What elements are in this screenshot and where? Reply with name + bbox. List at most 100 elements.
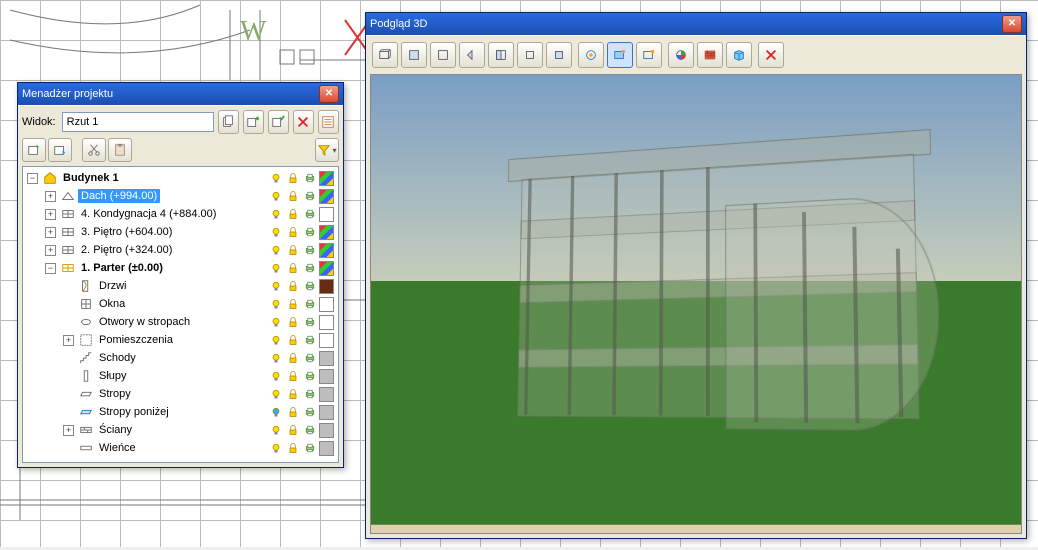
lightbulb-icon[interactable] [268, 369, 283, 384]
print-icon[interactable] [302, 189, 317, 204]
view-input[interactable] [62, 112, 214, 132]
color-swatch[interactable] [319, 387, 334, 402]
lightbulb-icon[interactable] [268, 351, 283, 366]
print-icon[interactable] [302, 405, 317, 420]
view-copy-icon[interactable] [218, 110, 239, 134]
color-swatch[interactable] [319, 189, 334, 204]
box-mode-icon[interactable] [726, 42, 752, 68]
print-icon[interactable] [302, 297, 317, 312]
lock-icon[interactable] [285, 225, 300, 240]
color-swatch[interactable] [319, 207, 334, 222]
view-persp-icon[interactable] [372, 42, 398, 68]
color-swatch[interactable] [319, 279, 334, 294]
lock-icon[interactable] [285, 243, 300, 258]
lock-icon[interactable] [285, 279, 300, 294]
lock-icon[interactable] [285, 441, 300, 456]
delete-icon[interactable] [758, 42, 784, 68]
color-swatch[interactable] [319, 369, 334, 384]
lock-icon[interactable] [285, 405, 300, 420]
lock-icon[interactable] [285, 351, 300, 366]
view-front-icon[interactable] [401, 42, 427, 68]
lock-icon[interactable] [285, 423, 300, 438]
lightbulb-icon[interactable] [268, 279, 283, 294]
tree-node[interactable]: +4. Kondygnacja 4 (+884.00) [23, 205, 338, 223]
color-swatch[interactable] [319, 171, 334, 186]
lightbulb-icon[interactable] [268, 441, 283, 456]
view-back-icon[interactable] [430, 42, 456, 68]
expand-icon[interactable]: + [45, 209, 56, 220]
print-icon[interactable] [302, 387, 317, 402]
view-list-icon[interactable] [318, 110, 339, 134]
shade-mode-2-icon[interactable] [636, 42, 662, 68]
close-icon[interactable]: ✕ [319, 85, 339, 103]
collapse-icon[interactable]: − [27, 173, 38, 184]
color-swatch[interactable] [319, 297, 334, 312]
color-swatch[interactable] [319, 405, 334, 420]
tree-node[interactable]: Stropy poniżej [23, 403, 338, 421]
print-icon[interactable] [302, 423, 317, 438]
lightbulb-icon[interactable] [268, 189, 283, 204]
view-add-icon[interactable] [243, 110, 264, 134]
project-manager-titlebar[interactable]: Menadżer projektu ✕ [18, 83, 343, 105]
view-delete-icon[interactable] [293, 110, 314, 134]
print-icon[interactable] [302, 171, 317, 186]
lock-icon[interactable] [285, 333, 300, 348]
color-mode-icon[interactable] [668, 42, 694, 68]
tree-node[interactable]: +Pomieszczenia [23, 331, 338, 349]
lock-icon[interactable] [285, 189, 300, 204]
expand-icon[interactable]: + [45, 191, 56, 202]
shade-mode-1-icon[interactable] [607, 42, 633, 68]
filter-icon[interactable]: ▾ [315, 138, 339, 162]
color-swatch[interactable] [319, 423, 334, 438]
project-tree[interactable]: −Budynek 1+Dach (+994.00)+4. Kondygnacja… [22, 166, 339, 463]
view-check-icon[interactable] [268, 110, 289, 134]
color-swatch[interactable] [319, 351, 334, 366]
print-icon[interactable] [302, 333, 317, 348]
print-icon[interactable] [302, 207, 317, 222]
cut-icon[interactable] [82, 138, 106, 162]
insert-project-icon[interactable] [22, 138, 46, 162]
print-icon[interactable] [302, 243, 317, 258]
lightbulb-icon[interactable] [268, 207, 283, 222]
tree-node[interactable]: −1. Parter (±0.00) [23, 259, 338, 277]
print-icon[interactable] [302, 351, 317, 366]
lock-icon[interactable] [285, 369, 300, 384]
lightbulb-icon[interactable] [268, 171, 283, 186]
tree-node[interactable]: Otwory w stropach [23, 313, 338, 331]
lightbulb-icon[interactable] [268, 315, 283, 330]
tree-node[interactable]: +2. Piętro (+324.00) [23, 241, 338, 259]
texture-mode-icon[interactable] [697, 42, 723, 68]
color-swatch[interactable] [319, 261, 334, 276]
tree-node[interactable]: +3. Piętro (+604.00) [23, 223, 338, 241]
close-icon[interactable]: ✕ [1002, 15, 1022, 33]
tree-node[interactable]: +Ściany [23, 421, 338, 439]
tree-node[interactable]: Słupy [23, 367, 338, 385]
lock-icon[interactable] [285, 315, 300, 330]
view-bottom-icon[interactable] [546, 42, 572, 68]
tree-node[interactable]: Stropy [23, 385, 338, 403]
lock-icon[interactable] [285, 207, 300, 222]
print-icon[interactable] [302, 225, 317, 240]
tree-node[interactable]: Drzwi [23, 277, 338, 295]
print-icon[interactable] [302, 279, 317, 294]
lightbulb-icon[interactable] [268, 297, 283, 312]
tree-node[interactable]: +Dach (+994.00) [23, 187, 338, 205]
color-swatch[interactable] [319, 333, 334, 348]
tree-node[interactable]: Wieńce [23, 439, 338, 457]
lock-icon[interactable] [285, 297, 300, 312]
print-icon[interactable] [302, 369, 317, 384]
collapse-icon[interactable]: − [45, 263, 56, 274]
expand-icon[interactable]: + [45, 245, 56, 256]
tree-node[interactable]: −Budynek 1 [23, 169, 338, 187]
expand-icon[interactable]: + [63, 425, 74, 436]
lightbulb-icon[interactable] [268, 405, 283, 420]
lock-icon[interactable] [285, 387, 300, 402]
lock-icon[interactable] [285, 171, 300, 186]
expand-icon[interactable]: + [63, 335, 74, 346]
insert-level-icon[interactable] [48, 138, 72, 162]
expand-icon[interactable]: + [45, 227, 56, 238]
color-swatch[interactable] [319, 225, 334, 240]
lightbulb-icon[interactable] [268, 225, 283, 240]
lightbulb-icon[interactable] [268, 423, 283, 438]
paste-icon[interactable] [108, 138, 132, 162]
